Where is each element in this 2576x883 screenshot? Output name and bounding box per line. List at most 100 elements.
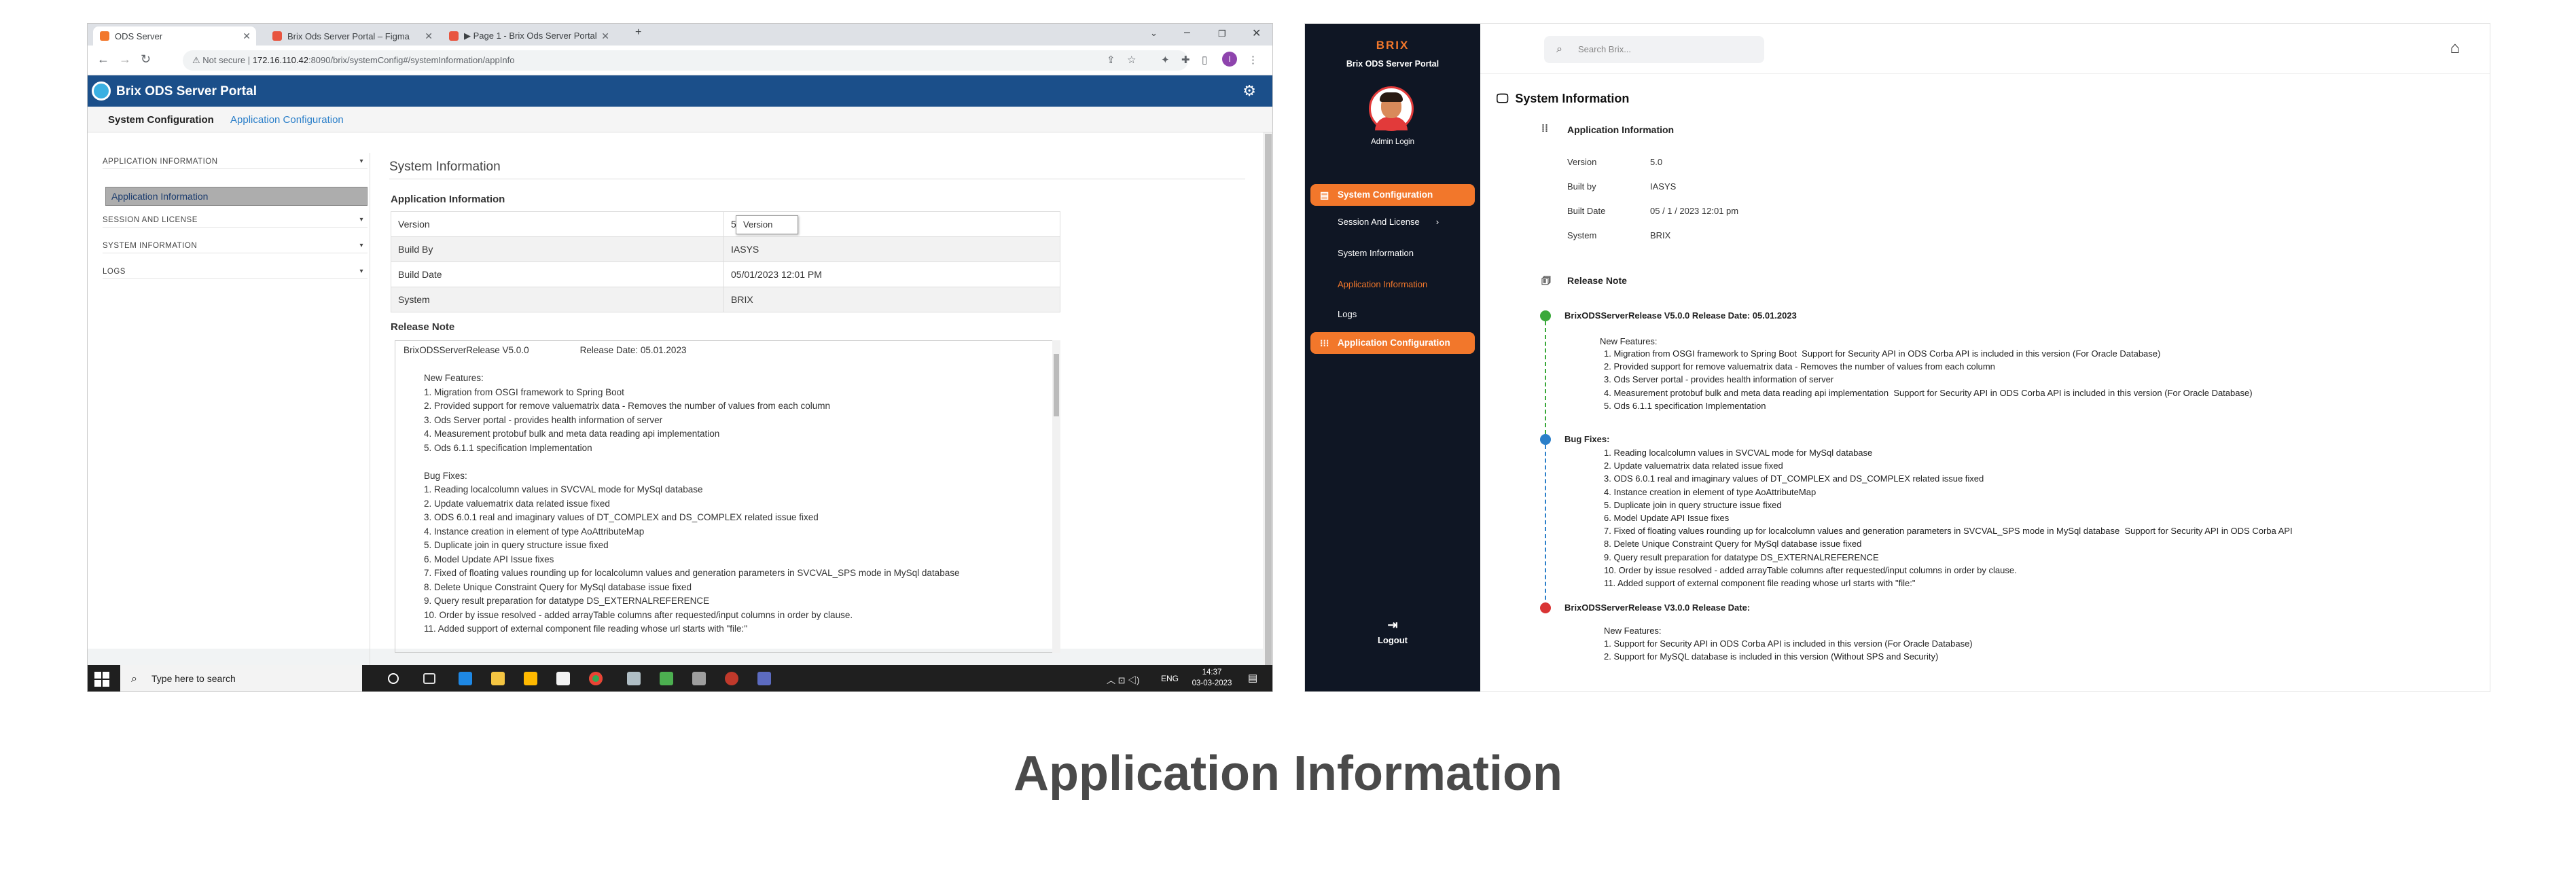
release-note-line: New Features:	[404, 373, 484, 383]
tray-icons[interactable]: ︿ ⊡ ◁)	[1107, 673, 1139, 686]
notifications-icon[interactable]: ▤	[1248, 672, 1257, 684]
cortana-icon[interactable]	[388, 673, 399, 684]
logout-icon: ⇥	[1387, 618, 1398, 632]
page-scrollbar[interactable]	[1263, 132, 1272, 691]
caret-icon: ▾	[359, 268, 363, 275]
minimize-icon[interactable]: –	[1184, 26, 1190, 39]
grid-icon: ⁝⁝⁝	[1320, 338, 1329, 348]
browser-tab-figma[interactable]: Brix Ods Server Portal – Figma ✕	[266, 26, 438, 46]
brix-logo: BRIX	[1376, 39, 1410, 52]
windows-taskbar: ⌕ Type here to search ︿ ⊡ ◁) ENG 14:37 0…	[88, 665, 1272, 691]
release-note-line: Bug Fixes:	[404, 470, 467, 481]
logout-button[interactable]: ⇥ Logout	[1305, 618, 1480, 645]
app-icon[interactable]	[627, 672, 641, 685]
section-system-information[interactable]: SYSTEM INFORMATION ▾	[103, 238, 368, 253]
monitor-icon: 🖵	[1497, 92, 1509, 105]
table-row: System BRIX	[391, 287, 1060, 312]
search-icon: ⌕	[1556, 43, 1562, 55]
info-value: 05 / 1 / 2023 12:01 pm	[1650, 206, 1739, 216]
not-secure-label: Not secure	[202, 55, 246, 65]
nav-application-information[interactable]: Application Information	[1338, 279, 1427, 289]
sidepanel-icon[interactable]: ▯	[1202, 54, 1207, 66]
url-field[interactable]: ⚠ Not secure | 172.16.110.42:8090/brix/s…	[183, 50, 1188, 71]
close-tab-icon[interactable]: ✕	[243, 31, 251, 42]
nav-system-information[interactable]: System Information	[1338, 248, 1414, 258]
mail-icon[interactable]	[556, 672, 570, 685]
table-row: Build By IASYS	[391, 236, 1060, 262]
browser-tab-ods-server[interactable]: ODS Server ✕	[93, 26, 256, 46]
puzzle-icon[interactable]: ✚	[1181, 54, 1190, 66]
tab-application-configuration[interactable]: Application Configuration	[230, 114, 344, 126]
document-icon[interactable]	[692, 672, 706, 685]
close-tab-icon[interactable]: ✕	[601, 31, 609, 42]
nav-system-configuration[interactable]: ▤ System Configuration	[1310, 184, 1475, 206]
profile-avatar[interactable]: I	[1222, 52, 1237, 67]
release-note-textarea[interactable]: BrixODSServerRelease V5.0.0 Release Date…	[395, 340, 1060, 653]
section-application-information[interactable]: APPLICATION INFORMATION ▾	[103, 154, 368, 169]
extension-icon[interactable]: ✦	[1161, 54, 1170, 66]
taskbar-clock[interactable]: 14:37 03-03-2023	[1188, 667, 1236, 689]
task-view-icon[interactable]	[423, 673, 435, 684]
browser-tab-page1[interactable]: ▶ Page 1 - Brix Ods Server Portal ✕	[442, 26, 615, 46]
close-window-icon[interactable]: ✕	[1252, 26, 1261, 40]
store-icon[interactable]	[524, 672, 537, 685]
spreadsheet-icon[interactable]	[660, 672, 673, 685]
reload-icon[interactable]: ↻	[141, 52, 151, 67]
document-icon: ▤	[1320, 190, 1329, 200]
section-logs[interactable]: LOGS ▾	[103, 264, 368, 279]
taskbar-search[interactable]: ⌕ Type here to search	[120, 665, 362, 691]
search-input[interactable]: ⌕ Search Brix...	[1544, 36, 1764, 63]
release-note-line: 10. Order by issue resolved - added arra…	[404, 609, 853, 620]
home-icon[interactable]: ⌂	[2450, 39, 2461, 58]
app-title: Brix ODS Server Portal	[116, 84, 257, 98]
caret-icon: ▾	[359, 158, 363, 165]
forward-icon[interactable]: →	[119, 52, 131, 67]
edge-icon[interactable]	[459, 672, 472, 685]
section-label: SYSTEM INFORMATION	[103, 242, 198, 250]
tab-system-configuration[interactable]: System Configuration	[108, 114, 214, 126]
table-row: Version 5	[391, 211, 1060, 237]
nav-logs[interactable]: Logs	[1338, 309, 1357, 319]
nav-application-configuration[interactable]: ⁝⁝⁝ Application Configuration	[1310, 332, 1475, 354]
bookmark-star-icon[interactable]: ☆	[1127, 54, 1136, 66]
tab-title: ODS Server	[115, 31, 163, 41]
chevron-right-icon: ›	[1435, 217, 1439, 227]
release-note-scrollbar[interactable]	[1052, 340, 1060, 653]
list-item: 4. Measurement protobuf bulk and meta da…	[1604, 387, 2253, 398]
file-explorer-icon[interactable]	[491, 672, 505, 685]
bug-fixes-title: Bug Fixes:	[1564, 434, 1610, 444]
release-note-line: 4. Instance creation in element of type …	[404, 526, 645, 537]
new-tab-icon[interactable]: +	[635, 26, 641, 39]
nav-session-and-license[interactable]: Session And License ›	[1338, 217, 1439, 227]
close-tab-icon[interactable]: ✕	[425, 31, 433, 42]
language-indicator[interactable]: ENG	[1161, 674, 1179, 683]
gear-icon[interactable]: ⚙	[1242, 82, 1256, 100]
app-icon[interactable]	[725, 672, 738, 685]
timeline-line	[1545, 321, 1546, 434]
sub-navigation: System Configuration Application Configu…	[88, 107, 1272, 132]
clock-date: 03-03-2023	[1192, 679, 1232, 687]
mockup-topbar: ⌕ Search Brix... ⌂	[1480, 24, 2490, 74]
note-icon: 🗊	[1541, 275, 1551, 287]
list-item: 2. Update valuematrix data related issue…	[1604, 461, 1783, 471]
windows-start-icon[interactable]	[94, 672, 109, 687]
features-title: New Features:	[1604, 626, 1662, 636]
share-icon[interactable]: ⇪	[1107, 54, 1115, 66]
release-note-line: 2. Provided support for remove valuematr…	[404, 401, 831, 411]
mockup-sidebar: BRIX Brix ODS Server Portal Admin Login …	[1305, 24, 1480, 691]
release-note-heading: 🗊 Release Note	[1541, 275, 1627, 287]
sidebar-item-application-information[interactable]: Application Information	[105, 187, 368, 206]
section-session-and-license[interactable]: SESSION AND LICENSE ▾	[103, 213, 368, 228]
chrome-icon[interactable]	[589, 672, 603, 685]
scrollbar-thumb[interactable]	[1265, 134, 1272, 670]
features-title: New Features:	[1600, 336, 1658, 346]
back-icon[interactable]: ←	[97, 52, 109, 67]
app-icon[interactable]	[757, 672, 771, 685]
browser-menu-icon[interactable]: ⋮	[1248, 54, 1258, 66]
tab-search-icon[interactable]: ⌄	[1150, 28, 1158, 39]
figma-favicon-icon	[272, 31, 282, 41]
scrollbar-thumb[interactable]	[1054, 354, 1059, 416]
feature-list: 1. Migration from OSGI framework to Spri…	[1604, 347, 2253, 412]
browser-tab-strip: ODS Server ✕ Brix Ods Server Portal – Fi…	[88, 24, 1272, 46]
restore-icon[interactable]: ❐	[1218, 29, 1226, 39]
